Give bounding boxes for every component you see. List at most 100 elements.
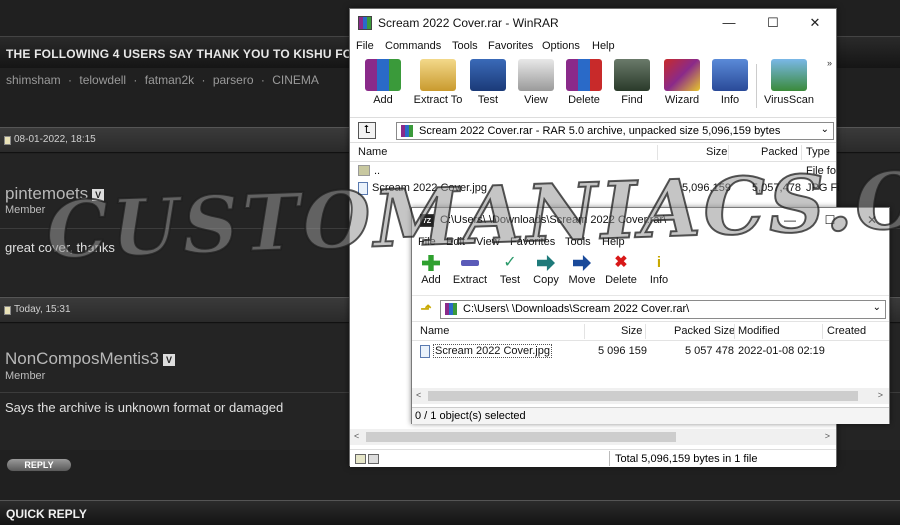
add-button[interactable]: Add: [362, 59, 404, 115]
winrar-app-icon: [358, 16, 372, 30]
sevenzip-address-bar: ⬏ C:\Users\ \Downloads\Scream 2022 Cover…: [412, 297, 889, 321]
column-created[interactable]: Created: [827, 325, 866, 337]
add-button[interactable]: Add: [418, 255, 444, 295]
find-button[interactable]: Find: [614, 59, 650, 115]
thanks-user-link[interactable]: CINEMA: [272, 73, 319, 87]
column-divider[interactable]: [734, 324, 735, 339]
maximize-button[interactable]: ☐: [758, 13, 788, 33]
menu-file[interactable]: File: [356, 40, 374, 52]
column-size[interactable]: Size: [706, 146, 727, 158]
menu-file[interactable]: File: [418, 236, 436, 248]
menu-favorites[interactable]: Favorites: [510, 236, 555, 248]
post-username-text[interactable]: NonComposMentis3: [5, 349, 159, 368]
menu-tools[interactable]: Tools: [452, 40, 478, 52]
column-packed[interactable]: Packed: [761, 146, 798, 158]
test-button[interactable]: Test: [470, 59, 506, 115]
menu-tools[interactable]: Tools: [565, 236, 591, 248]
more-chevron-icon[interactable]: »: [827, 58, 832, 68]
test-button[interactable]: ✓ Test: [496, 255, 524, 295]
rar-file-icon: [401, 125, 413, 137]
extract-to-button[interactable]: Extract To: [410, 59, 466, 115]
reply-button[interactable]: REPLY: [6, 458, 72, 472]
info-button[interactable]: i Info: [646, 255, 672, 295]
delete-button[interactable]: ✖ Delete: [604, 255, 638, 295]
thanks-user-link[interactable]: shimsham: [6, 73, 61, 87]
minimize-button[interactable]: —: [714, 13, 744, 33]
info-label: Info: [649, 274, 669, 286]
horizontal-scrollbar[interactable]: < >: [350, 429, 836, 445]
copy-button[interactable]: Copy: [532, 255, 560, 295]
move-button[interactable]: Move: [568, 255, 596, 295]
post-username[interactable]: NonComposMentis3 V: [5, 349, 176, 369]
menu-options[interactable]: Options: [542, 40, 580, 52]
close-button[interactable]: ✕: [859, 210, 885, 230]
column-divider[interactable]: [645, 324, 646, 339]
sevenzip-titlebar[interactable]: 7Z C:\Users\ \Downloads\Scream 2022 Cove…: [412, 208, 889, 234]
winrar-titlebar[interactable]: Scream 2022 Cover.rar - WinRAR — ☐ ✕: [350, 9, 836, 37]
scroll-left-arrow[interactable]: <: [416, 390, 421, 400]
up-folder-button[interactable]: ⮤: [358, 122, 376, 139]
menu-view[interactable]: View: [476, 236, 500, 248]
column-divider[interactable]: [728, 145, 729, 160]
scroll-right-arrow[interactable]: >: [878, 390, 883, 400]
parent-folder-icon: [358, 165, 370, 176]
menu-help[interactable]: Help: [602, 236, 625, 248]
thanks-separator: ·: [260, 73, 265, 87]
menu-help[interactable]: Help: [592, 40, 615, 52]
test-icon: [470, 59, 506, 91]
column-name[interactable]: Name: [420, 325, 449, 337]
view-button[interactable]: View: [516, 59, 556, 115]
row-name: Scream 2022 Cover.jpg: [433, 344, 552, 358]
column-name[interactable]: Name: [358, 146, 387, 158]
delete-label: Delete: [568, 94, 600, 106]
column-divider[interactable]: [801, 145, 802, 160]
post-username-text[interactable]: pintemoets: [5, 184, 88, 203]
archive-path-box[interactable]: Scream 2022 Cover.rar - RAR 5.0 archive,…: [396, 122, 834, 140]
path-box[interactable]: C:\Users\ \Downloads\Scream 2022 Cover.r…: [440, 300, 886, 319]
column-packed-size[interactable]: Packed Size: [674, 325, 735, 337]
delete-button[interactable]: Delete: [564, 59, 604, 115]
column-divider[interactable]: [822, 324, 823, 339]
scrollbar-thumb[interactable]: [428, 391, 858, 401]
move-label: Move: [568, 274, 596, 286]
scroll-right-arrow[interactable]: >: [825, 431, 830, 441]
rar-file-icon: [445, 303, 457, 315]
scrollbar-thumb[interactable]: [366, 432, 676, 442]
scroll-left-arrow[interactable]: <: [354, 431, 359, 441]
sevenzip-window: 7Z C:\Users\ \Downloads\Scream 2022 Cove…: [411, 207, 890, 424]
add-label: Add: [373, 94, 393, 106]
menu-edit[interactable]: Edit: [446, 236, 465, 248]
minimize-button[interactable]: —: [777, 210, 803, 230]
quick-reply-header: QUICK REPLY: [0, 500, 900, 525]
column-divider[interactable]: [657, 145, 658, 160]
thanks-user-link[interactable]: telowdell: [79, 73, 126, 87]
jpg-file-icon: [358, 182, 368, 195]
virusscan-button[interactable]: VirusScan: [764, 59, 814, 115]
extract-button[interactable]: Extract: [452, 255, 488, 295]
vb-badge-icon: V: [163, 353, 176, 366]
table-row[interactable]: .. File fo: [350, 163, 836, 180]
table-row[interactable]: Scream 2022 Cover.jpg 5 096 159 5 057 47…: [412, 343, 889, 360]
menu-commands[interactable]: Commands: [385, 40, 441, 52]
winrar-column-header: Name Size Packed Type: [350, 143, 836, 162]
delete-x-icon: ✖: [614, 254, 628, 271]
close-button[interactable]: ✕: [800, 13, 830, 33]
chevron-down-icon[interactable]: ⌄: [873, 302, 881, 313]
up-folder-button[interactable]: ⬏: [418, 301, 434, 317]
chevron-down-icon[interactable]: ⌄: [821, 124, 829, 135]
post-username[interactable]: pintemoets V: [5, 184, 105, 204]
maximize-button[interactable]: ☐: [817, 210, 843, 230]
thanks-user-link[interactable]: fatman2k: [145, 73, 194, 87]
menu-favorites[interactable]: Favorites: [488, 40, 533, 52]
column-divider[interactable]: [584, 324, 585, 339]
wizard-button[interactable]: Wizard: [660, 59, 704, 115]
horizontal-scrollbar[interactable]: < >: [412, 388, 889, 404]
post-doc-icon: [4, 306, 11, 315]
info-icon: [712, 59, 748, 91]
column-size[interactable]: Size: [621, 325, 642, 337]
column-modified[interactable]: Modified: [738, 325, 780, 337]
info-button[interactable]: Info: [712, 59, 748, 115]
thanks-user-link[interactable]: parsero: [213, 73, 254, 87]
column-type[interactable]: Type: [806, 146, 830, 158]
table-row[interactable]: Scream 2022 Cover.jpg 5,096,159 5,057,47…: [350, 180, 840, 197]
